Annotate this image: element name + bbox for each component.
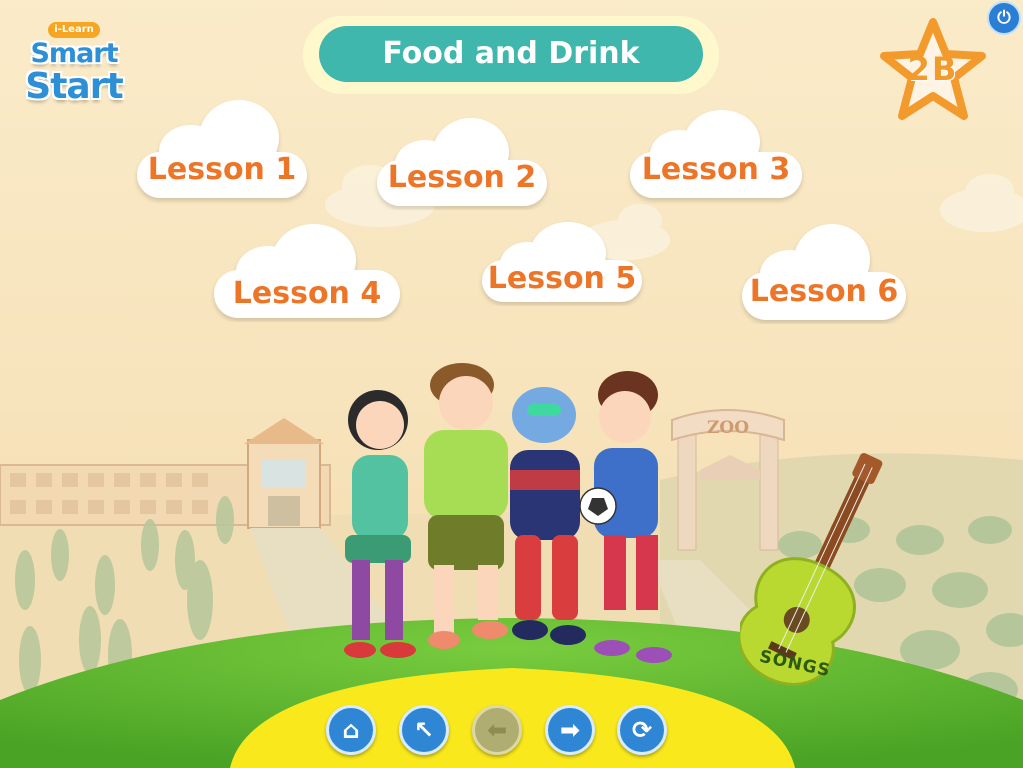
page-title: Food and Drink (319, 26, 703, 82)
arrow-left-icon: ⬅ (486, 716, 508, 744)
home-icon: ⌂ (342, 716, 360, 744)
refresh-button[interactable]: ⟳ (617, 705, 667, 755)
level-star-badge: 2B (878, 18, 988, 122)
next-button[interactable]: ➡ (545, 705, 595, 755)
lesson-1-button[interactable]: Lesson 1 (133, 96, 311, 204)
lesson-2-button[interactable]: Lesson 2 (373, 116, 551, 210)
lesson-6-label: Lesson 6 (749, 274, 899, 309)
lesson-3-button[interactable]: Lesson 3 (626, 108, 806, 204)
logo-ilearn-badge: i-Learn (48, 22, 100, 38)
lesson-2-label: Lesson 2 (387, 160, 537, 195)
zoo-sign: ZOO (706, 418, 750, 438)
lesson-1-label: Lesson 1 (147, 152, 297, 187)
level-label: 2B (907, 50, 959, 88)
title-frame: Food and Drink (303, 16, 719, 94)
back-button[interactable]: ↖ (399, 705, 449, 755)
lesson-4-label: Lesson 4 (232, 276, 382, 311)
smart-start-logo: i-Learn Smart Start (22, 22, 126, 114)
lesson-5-button[interactable]: Lesson 5 (478, 220, 646, 306)
lesson-5-label: Lesson 5 (487, 261, 637, 296)
cloud-icon (137, 100, 307, 198)
lesson-3-label: Lesson 3 (641, 152, 791, 187)
logo-word-start: Start (25, 66, 123, 107)
power-button[interactable]: ⏻ (987, 1, 1021, 35)
previous-button: ⬅ (472, 705, 522, 755)
logo-word-smart: Smart (30, 38, 118, 69)
arrow-right-icon: ➡ (559, 716, 581, 744)
arrow-up-left-icon: ↖ (413, 716, 435, 744)
refresh-icon: ⟳ (631, 716, 653, 744)
lesson-4-button[interactable]: Lesson 4 (210, 222, 404, 322)
home-button[interactable]: ⌂ (326, 705, 376, 755)
power-icon: ⏻ (997, 8, 1011, 28)
lesson-6-button[interactable]: Lesson 6 (738, 222, 910, 324)
